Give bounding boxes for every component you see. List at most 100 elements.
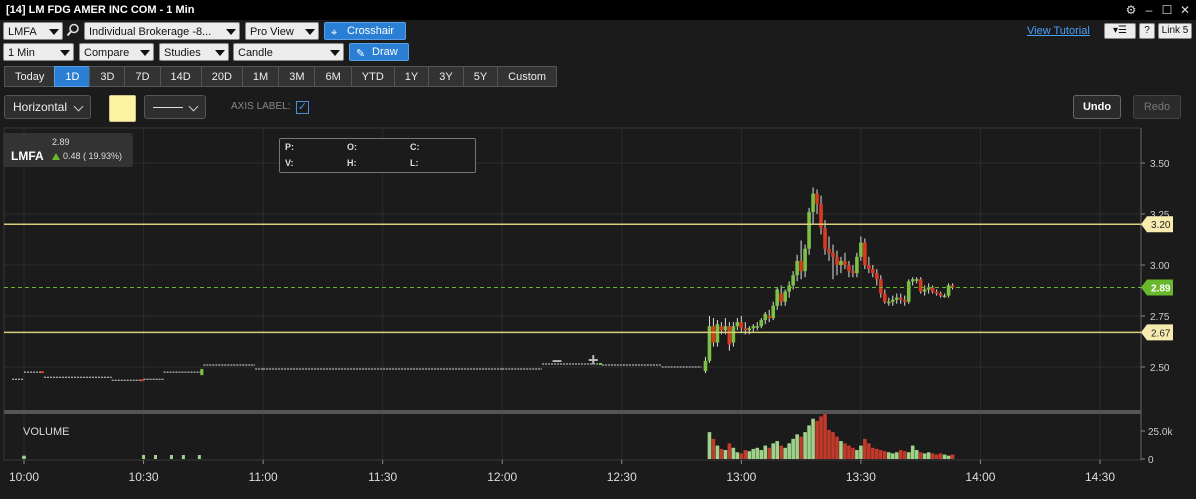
close-icon[interactable]: ✕: [1178, 3, 1192, 17]
down-candle: [851, 271, 855, 274]
down-candle: [875, 273, 879, 280]
line-type-dropdown[interactable]: Horizontal: [4, 95, 91, 119]
range-button-custom[interactable]: Custom: [497, 66, 558, 87]
up-candle: [775, 289, 779, 306]
down-candle: [823, 228, 827, 249]
volume-label: VOLUME: [23, 426, 70, 438]
volume-bar: [883, 451, 887, 459]
undo-button[interactable]: Undo: [1073, 95, 1121, 119]
down-candle: [815, 193, 819, 204]
link-button[interactable]: Link 5: [1158, 23, 1192, 39]
small-down-candle: [40, 371, 44, 374]
crosshair-button[interactable]: ⌖ Crosshair: [324, 22, 406, 40]
settings-icon[interactable]: ⚙: [1124, 3, 1138, 17]
view-tutorial-link[interactable]: View Tutorial: [1027, 25, 1090, 37]
zoom-in-button[interactable]: +: [588, 350, 599, 371]
down-candle: [831, 252, 835, 257]
chevron-down-icon: [60, 50, 70, 56]
window-controls: ⚙ – ☐ ✕: [1124, 3, 1192, 17]
symbol-dropdown[interactable]: LMFA: [3, 22, 63, 40]
ohlc-c: C:: [410, 142, 420, 152]
menu-button[interactable]: ▾☰: [1104, 23, 1136, 39]
volume-bar: [719, 448, 724, 459]
account-dropdown[interactable]: Individual Brokerage -8...: [84, 22, 240, 40]
up-candle: [906, 281, 911, 302]
down-candle: [727, 326, 732, 345]
search-icon[interactable]: [66, 23, 80, 37]
studies-dropdown[interactable]: Studies: [159, 43, 229, 61]
volume-bar: [783, 447, 787, 459]
draw-button[interactable]: ✎ Draw: [349, 43, 409, 61]
range-button-7d[interactable]: 7D: [124, 66, 161, 87]
down-candle: [767, 316, 772, 319]
range-button-6m[interactable]: 6M: [314, 66, 352, 87]
volume-bar: [843, 443, 847, 459]
volume-bar: [946, 455, 951, 459]
range-button-1d[interactable]: 1D: [54, 66, 91, 87]
range-bar: Today 1D 3D 7D 14D 20D 1M 3M 6M YTD 1Y 3Y 5Y Custom: [0, 66, 1196, 88]
range-button-ytd[interactable]: YTD: [350, 66, 395, 87]
range-button-3d[interactable]: 3D: [89, 66, 126, 87]
up-candle: [747, 328, 752, 331]
zoom-out-button[interactable]: –: [552, 350, 562, 371]
maximize-icon[interactable]: ☐: [1160, 3, 1174, 17]
drawing-toolbar: Horizontal AXIS LABEL: ✓ Undo Redo: [0, 94, 1196, 122]
range-button-5y[interactable]: 5Y: [462, 66, 499, 87]
price-chart[interactable]: 10:00 10:30 11:00 11:30 12:00 12:30 13:00 13:30…: [0, 126, 1196, 499]
volume-bar: [886, 452, 891, 459]
down-candle: [902, 299, 907, 302]
volume-bar: [918, 452, 923, 459]
up-candle: [811, 193, 815, 212]
quote-box: LMFA 2.89 0.48 ( 19.93%): [3, 133, 133, 167]
range-button-3y[interactable]: 3Y: [428, 66, 464, 87]
chevron-down-icon: [73, 101, 84, 112]
range-button-1y[interactable]: 1Y: [393, 66, 430, 87]
volume-bar: [731, 447, 736, 459]
line-style-dropdown[interactable]: [144, 95, 206, 119]
down-candle: [934, 291, 939, 294]
down-candle: [827, 248, 831, 253]
up-arrow-icon: [52, 153, 60, 160]
down-candle: [871, 269, 875, 274]
small-down-candle: [140, 379, 144, 382]
chart-type-value: Candle: [238, 47, 273, 59]
color-swatch[interactable]: [109, 95, 136, 122]
up-candle: [795, 260, 799, 276]
interval-dropdown[interactable]: 1 Min: [3, 43, 74, 61]
volume-bar: [799, 436, 803, 459]
chart-type-dropdown[interactable]: Candle: [233, 43, 344, 61]
down-candle: [847, 265, 851, 272]
down-candle: [779, 293, 783, 302]
minimize-icon[interactable]: –: [1142, 3, 1156, 17]
chevron-down-icon: [188, 101, 199, 112]
help-button[interactable]: ?: [1139, 23, 1155, 39]
volume-bar: [851, 447, 855, 459]
volume-bar: [743, 450, 748, 459]
up-candle: [771, 305, 776, 319]
down-candle: [883, 293, 887, 302]
range-button-today[interactable]: Today: [4, 66, 56, 87]
volume-bar: [142, 455, 146, 459]
compare-dropdown[interactable]: Compare: [79, 43, 154, 61]
down-candle: [867, 265, 871, 270]
range-button-1m[interactable]: 1M: [241, 66, 280, 87]
y-tick-label: 2.75: [1150, 312, 1170, 323]
range-button-3m[interactable]: 3M: [278, 66, 316, 87]
axis-label-checkbox[interactable]: ✓: [296, 101, 309, 114]
view-dropdown[interactable]: Pro View: [245, 22, 319, 40]
up-candle: [807, 211, 811, 249]
toolbar-row-2: 1 Min Compare Studies Candle ✎ Draw: [0, 43, 1196, 63]
x-tick-label: 12:00: [487, 470, 517, 484]
volume-bar: [879, 450, 883, 459]
redo-button[interactable]: Redo: [1133, 95, 1181, 119]
quote-change: 0.48 ( 19.93%): [52, 151, 122, 161]
range-button-20d[interactable]: 20D: [200, 66, 243, 87]
down-candle: [711, 326, 716, 343]
volume-bar: [727, 443, 732, 459]
volume-bar: [855, 450, 859, 459]
up-candle: [942, 295, 947, 298]
range-button-14d[interactable]: 14D: [159, 66, 202, 87]
up-candle: [803, 248, 807, 272]
x-tick-label: 14:30: [1085, 470, 1115, 484]
down-candle: [930, 287, 935, 292]
